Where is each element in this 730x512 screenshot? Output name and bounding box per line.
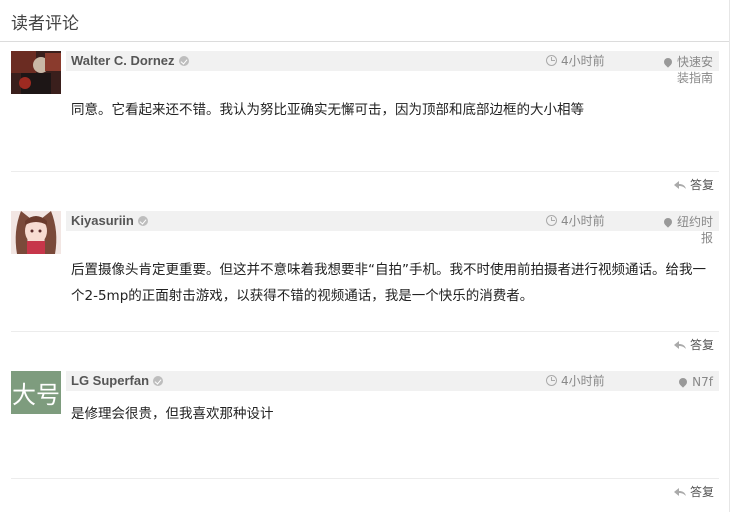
verified-badge-icon [137,216,148,226]
section-divider [0,41,730,42]
reply-label: 答复 [689,338,714,352]
verified-badge-icon [153,376,164,386]
location-pin-icon [677,376,689,388]
comment-location: 快速安装指南 [653,54,713,86]
author-name[interactable]: Walter C. Dornez [71,53,175,68]
reply-label: 答复 [689,178,714,192]
comment-divider [11,171,719,172]
comment-time: 4小时前 [546,214,605,228]
time-text: 4小时前 [561,374,605,388]
verified-badge-icon [178,56,189,66]
author-name[interactable]: Kiyasuriin [71,213,134,228]
time-text: 4小时前 [561,214,605,228]
reply-button[interactable]: 答复 [673,178,714,192]
comment-author[interactable]: Kiyasuriin [71,213,148,229]
location-pin-icon [662,56,674,68]
avatar[interactable] [11,211,61,254]
avatar[interactable]: 大号 [11,371,61,414]
location-pin-icon [662,216,674,228]
author-name[interactable]: LG Superfan [71,373,149,388]
comment-body: 同意。它看起来还不错。我认为努比亚确实无懈可击，因为顶部和底部边框的大小相等 [71,102,584,118]
clock-icon [546,215,557,226]
avatar-image [11,211,61,254]
comment-location: 纽约时报 [653,214,713,246]
avatar[interactable] [11,51,61,94]
location-text: 纽约时报 [676,215,713,245]
comment-divider [11,331,719,332]
avatar-image [11,51,61,94]
reply-button[interactable]: 答复 [673,338,714,352]
location-text: 快速安装指南 [676,55,713,85]
comment-divider [11,478,719,479]
reply-button[interactable]: 答复 [673,485,714,499]
avatar-initials: 大号 [11,371,61,414]
clock-icon [546,375,557,386]
reply-icon [673,341,686,349]
comment-location: N7f [653,374,713,390]
comment-meta-bar: LG Superfan 4小时前 N7f [66,371,719,391]
section-title: 读者评论 [11,14,79,34]
time-text: 4小时前 [561,54,605,68]
reply-label: 答复 [689,485,714,499]
comment-author[interactable]: LG Superfan [71,373,164,389]
comment-meta-bar: Kiyasuriin 4小时前 纽约时报 [66,211,719,245]
reply-icon [673,181,686,189]
comment-time: 4小时前 [546,374,605,388]
reply-icon [673,488,686,496]
comment-time: 4小时前 [546,54,605,68]
comment-author[interactable]: Walter C. Dornez [71,53,189,69]
location-text: N7f [692,375,713,389]
comment-body: 后置摄像头肯定更重要。但这并不意味着我想要非“自拍”手机。我不时使用前拍摄者进行… [71,262,706,304]
comment-body: 是修理会很贵，但我喜欢那种设计 [71,406,274,422]
comment-meta-bar: Walter C. Dornez 4小时前 快速安装指南 [66,51,719,85]
clock-icon [546,55,557,66]
